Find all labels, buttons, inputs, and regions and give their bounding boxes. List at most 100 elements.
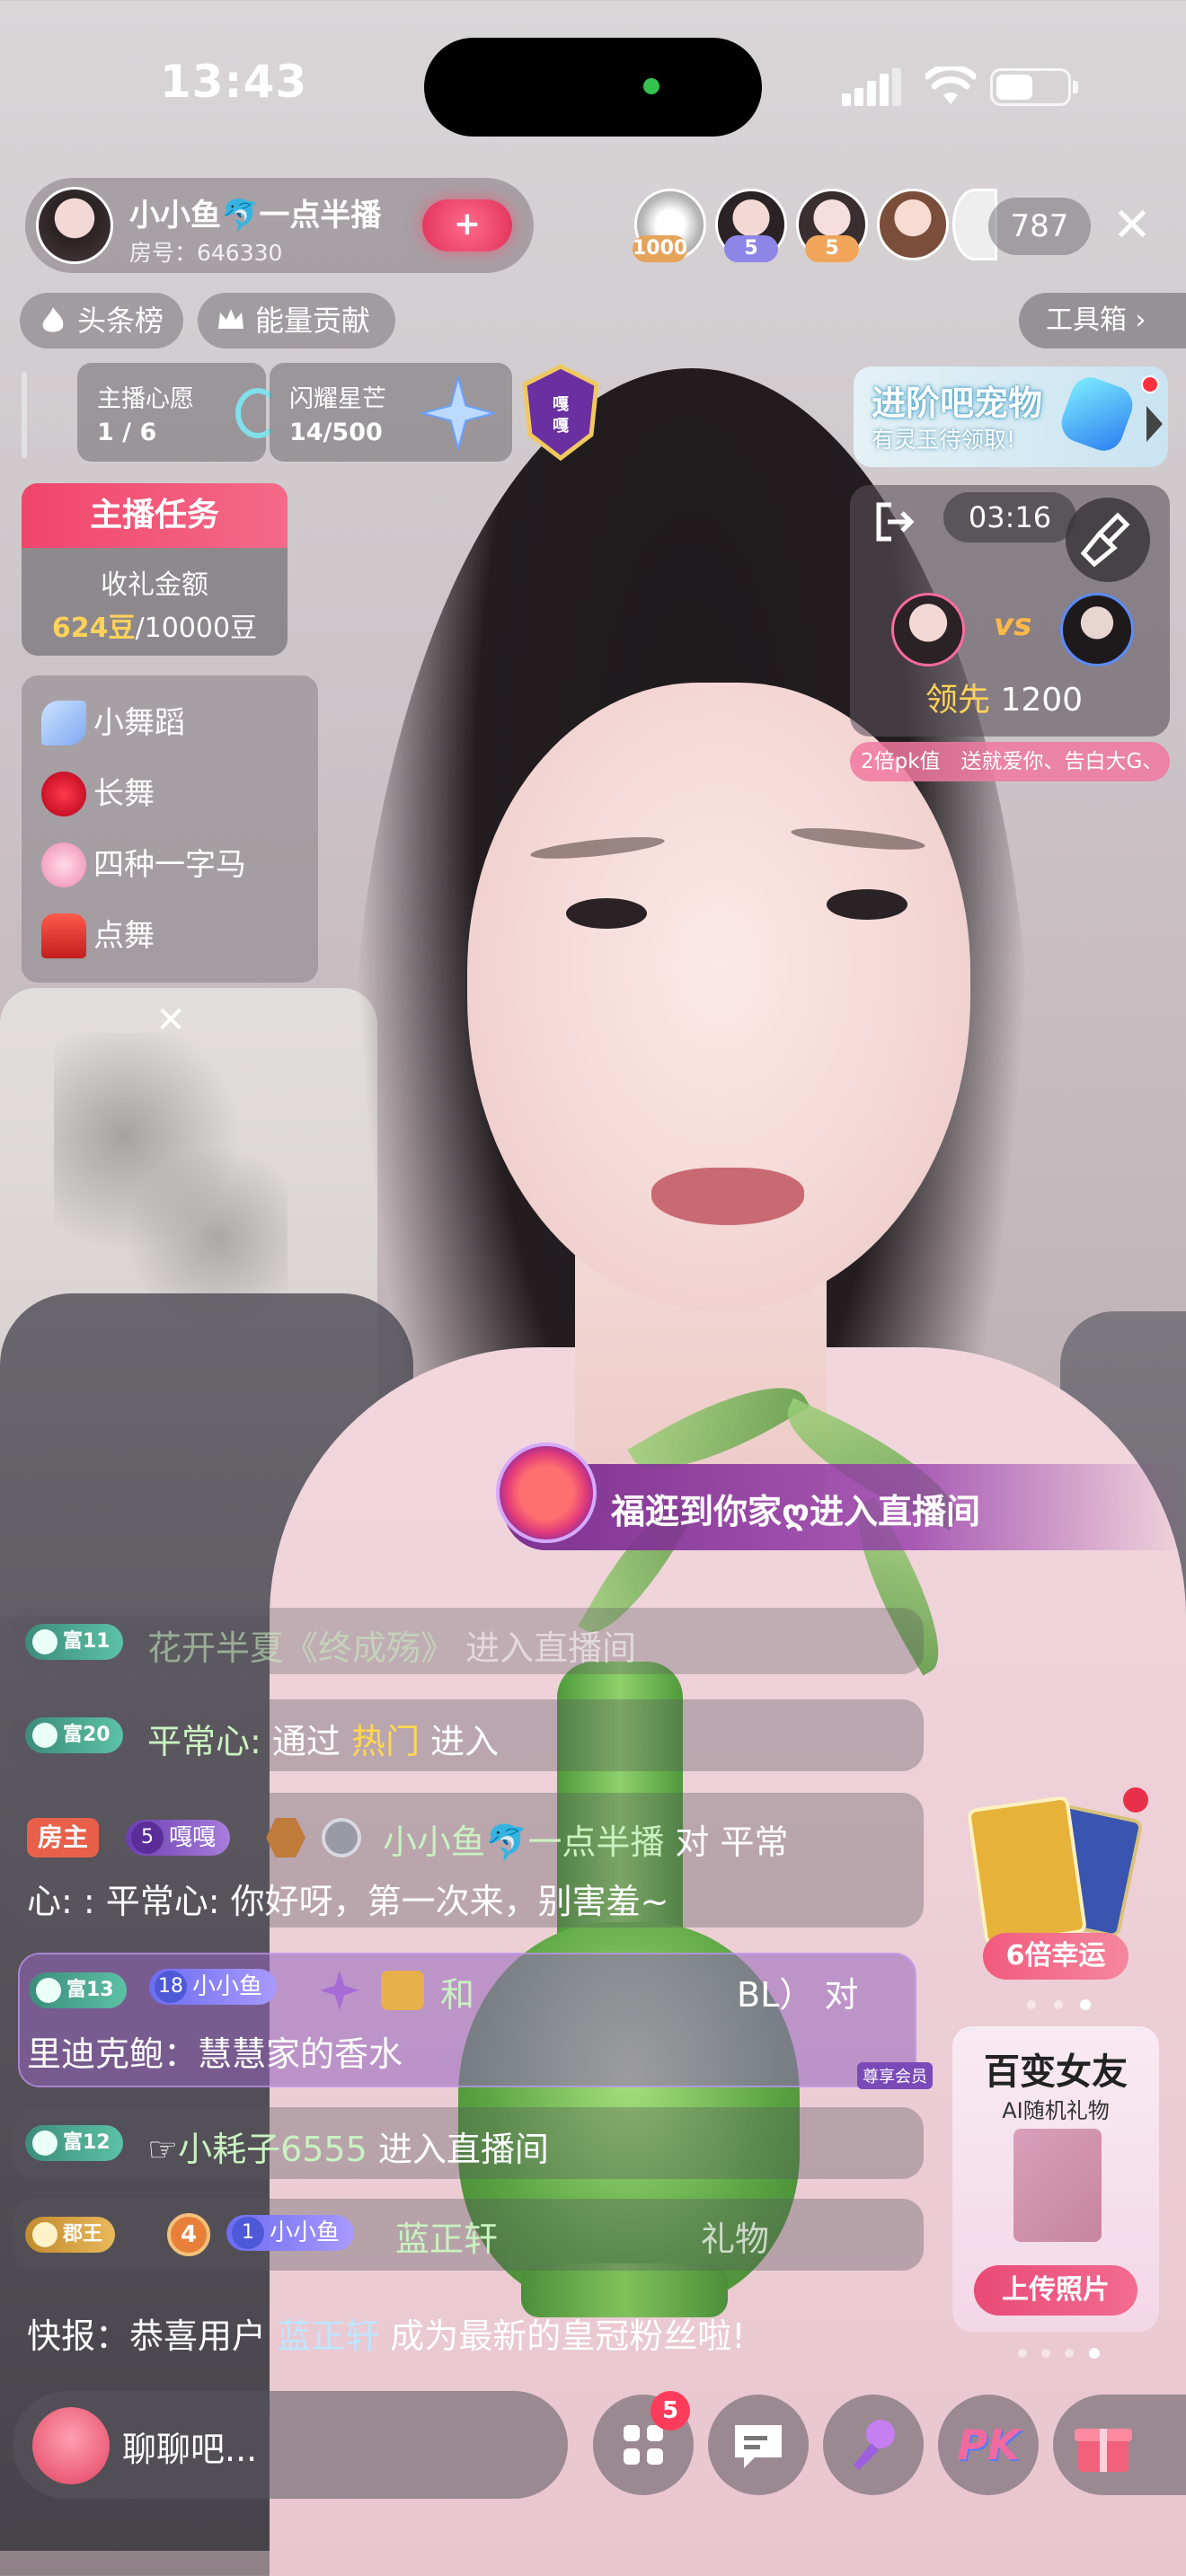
battery-icon bbox=[990, 68, 1071, 106]
host-role-tag: 房主 bbox=[27, 1818, 100, 1857]
dance-item-label: 点舞 bbox=[93, 918, 155, 954]
dance-item[interactable]: 点舞 bbox=[22, 904, 155, 967]
chat-message-text: 礼物 bbox=[701, 2219, 770, 2259]
anchor-task-label: 收礼金额 bbox=[101, 569, 208, 601]
chat-message-text: 平常心: 通过 热门 进入 bbox=[147, 1722, 500, 1761]
viewer-avatar[interactable] bbox=[877, 189, 949, 260]
follow-button[interactable]: + bbox=[422, 199, 512, 251]
gear-badge-icon bbox=[322, 1818, 361, 1857]
play-arrow-icon[interactable] bbox=[1146, 406, 1163, 442]
vip-tag: 尊享会员 bbox=[857, 2062, 933, 2089]
pk-lead-label: 领先 bbox=[925, 682, 991, 719]
fan-badge[interactable]: 5 嘎嘎 bbox=[126, 1820, 231, 1856]
gift-icon bbox=[1075, 2429, 1132, 2472]
chat-user-name[interactable]: 蓝正轩 bbox=[395, 2219, 498, 2259]
chat-user-name[interactable]: 小小鱼🐬一点半播 bbox=[383, 1822, 664, 1862]
host-name: 小小鱼🐬一点半播 bbox=[129, 198, 382, 234]
viewer-badge: 5 bbox=[805, 235, 859, 262]
anchor-task-title: 主播任务 bbox=[22, 483, 288, 548]
fan-badge[interactable]: 1 小小鱼 bbox=[226, 2215, 355, 2251]
flame-icon bbox=[42, 307, 64, 332]
guild-emblem-icon[interactable]: 嘎 嘎 bbox=[519, 363, 602, 462]
message-button[interactable] bbox=[708, 2395, 809, 2495]
star-title: 闪耀星芒 bbox=[289, 385, 386, 413]
pk-host-avatar[interactable] bbox=[891, 593, 965, 666]
battery-cap bbox=[1073, 81, 1078, 93]
star-card[interactable]: 闪耀星芒 14/500 bbox=[270, 363, 512, 462]
gift-button[interactable] bbox=[1053, 2395, 1186, 2495]
close-icon[interactable]: ✕ bbox=[1103, 198, 1161, 255]
chat-message-text: 小小鱼🐬一点半播 对 平常 bbox=[383, 1822, 789, 1862]
pk-opponent-avatar[interactable] bbox=[1060, 593, 1134, 666]
pk-button[interactable]: PK bbox=[938, 2395, 1039, 2495]
toolbox-button[interactable]: 工具箱 › bbox=[1019, 293, 1186, 348]
carousel-dots bbox=[1018, 2348, 1100, 2359]
news-flash-user[interactable]: 蓝正轩 bbox=[277, 2316, 379, 2356]
red-lips-icon bbox=[41, 772, 86, 816]
viewer-count[interactable]: 787 bbox=[988, 198, 1091, 255]
notification-dot bbox=[1141, 375, 1159, 393]
energy-contribution-button[interactable]: 能量贡献 bbox=[198, 293, 395, 348]
chat-input-placeholder: 聊聊吧... bbox=[122, 2430, 258, 2469]
robot-avatar-icon[interactable] bbox=[32, 2407, 110, 2484]
news-flash: 快报：恭喜用户 蓝正轩 成为最新的皇冠粉丝啦! bbox=[27, 2316, 746, 2356]
viewer-badge: 1000 bbox=[633, 235, 688, 262]
microphone-button[interactable] bbox=[823, 2395, 924, 2495]
svg-text:嘎: 嘎 bbox=[553, 395, 569, 414]
exit-icon[interactable] bbox=[872, 499, 916, 544]
status-time: 13:43 bbox=[160, 56, 308, 108]
carousel-dots bbox=[1027, 1999, 1091, 2010]
crystal-shoe-icon bbox=[41, 701, 86, 745]
pk-ticker: 2倍pk值 送就爱你、告白大G、 bbox=[850, 742, 1170, 781]
pet-promo-subtitle: 有灵玉待领取! bbox=[872, 427, 1016, 453]
dance-item-label: 四种一字马 bbox=[93, 847, 246, 883]
broom-icon[interactable] bbox=[1066, 498, 1150, 582]
chat-message-text: 花开半夏《终成殇》 进入直播间 bbox=[147, 1628, 637, 1668]
chat-message-text: BL） 对 bbox=[737, 1975, 859, 2015]
dance-item[interactable]: 小舞蹈 bbox=[22, 692, 185, 754]
upload-photo-button[interactable]: 上传照片 bbox=[974, 2265, 1137, 2316]
wifi-icon bbox=[925, 66, 976, 104]
dance-menu-close-icon[interactable]: ✕ bbox=[149, 999, 192, 1042]
pet-promo-title: 进阶吧宠物 bbox=[872, 384, 1043, 423]
chat-message-text-line2: 心: : 平常心: 你好呀，第一次来，别害羞~ bbox=[27, 1882, 669, 1921]
camera-indicator-icon bbox=[643, 78, 659, 94]
photo-placeholder-icon bbox=[1013, 2129, 1102, 2242]
red-car-icon bbox=[41, 913, 86, 958]
star-crystal-icon bbox=[420, 375, 496, 451]
chat-message-text: 蓝正轩 bbox=[395, 2211, 498, 2261]
pk-timer: 03:16 bbox=[943, 492, 1076, 543]
wish-card[interactable]: 主播心愿 1 / 6 bbox=[77, 363, 280, 462]
hand-icon: ☞ bbox=[147, 2130, 179, 2169]
chat-user-name[interactable]: 平常心: bbox=[147, 1722, 261, 1761]
lucky-cards-icon[interactable] bbox=[960, 1786, 1148, 1947]
chat-bubble-icon bbox=[735, 2425, 782, 2468]
level-4-badge-icon: 4 bbox=[167, 2213, 210, 2256]
chat-message-text: 和 bbox=[440, 1975, 475, 2015]
pk-lead-value: 1200 bbox=[1000, 682, 1084, 719]
wealth-level-badge: 富11 bbox=[25, 1624, 123, 1660]
dance-item[interactable]: 四种一字马 bbox=[22, 834, 246, 896]
entry-banner-text: 福逛到你家ღ进入直播间 bbox=[611, 1492, 980, 1531]
lucky-button[interactable]: 6倍幸运 bbox=[983, 1933, 1128, 1980]
chat-message-text-line2: 里迪克鲍：慧慧家的香水 bbox=[27, 2034, 403, 2074]
chat-user-name[interactable]: 小耗子6555 bbox=[178, 2130, 367, 2169]
dance-item[interactable]: 长舞 bbox=[22, 763, 155, 825]
chevron-right-icon: › bbox=[1127, 304, 1146, 336]
streamer-lips bbox=[651, 1168, 804, 1225]
dynamic-island bbox=[424, 38, 762, 137]
headline-rank-button[interactable]: 头条榜 bbox=[20, 293, 183, 348]
chat-user-name[interactable]: 花开半夏《终成殇》 bbox=[147, 1628, 455, 1668]
host-avatar[interactable] bbox=[36, 187, 113, 264]
energy-contribution-label: 能量贡献 bbox=[255, 304, 371, 338]
fan-badge[interactable]: 18 小小鱼 bbox=[149, 1969, 278, 2005]
wealth-level-badge: 富13 bbox=[29, 1972, 127, 2008]
svg-text:嘎: 嘎 bbox=[553, 417, 569, 436]
streamer-eye-right bbox=[827, 889, 907, 920]
streamer-eye-left bbox=[566, 898, 647, 929]
pk-lead: 领先 1200 bbox=[925, 674, 1083, 720]
wealth-level-badge: 富20 bbox=[25, 1717, 123, 1753]
host-room-number: 房号：646330 bbox=[129, 240, 283, 266]
ai-girlfriend-title: 百变女友 bbox=[984, 2051, 1128, 2093]
wealth-level-badge: 富12 bbox=[25, 2125, 123, 2161]
